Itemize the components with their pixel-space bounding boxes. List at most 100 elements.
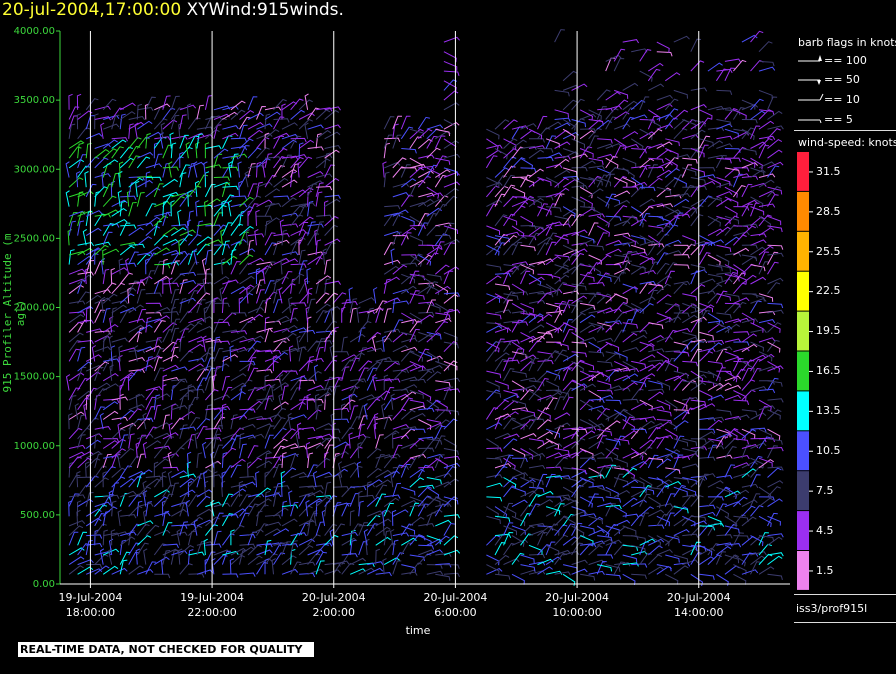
wind-barb xyxy=(162,249,180,256)
wind-barb xyxy=(597,153,614,159)
wind-barb xyxy=(85,98,99,111)
wind-barb xyxy=(434,264,450,275)
wind-barb xyxy=(656,233,670,246)
wind-barb xyxy=(153,461,159,478)
wind-barb xyxy=(622,332,638,343)
wind-barb xyxy=(264,492,282,498)
wind-barb xyxy=(733,535,750,540)
wind-barb xyxy=(681,340,696,353)
wind-barb xyxy=(724,224,739,236)
wind-barb xyxy=(111,299,129,305)
wind-barb xyxy=(77,457,92,469)
wind-barb xyxy=(520,384,537,391)
wind-barb xyxy=(162,466,179,472)
wind-barb xyxy=(324,131,341,140)
wind-barb xyxy=(554,215,570,224)
wind-barb xyxy=(665,468,681,478)
wind-barb xyxy=(418,170,434,178)
wind-barb xyxy=(239,320,253,333)
wind-barb xyxy=(741,389,756,401)
wind-barb xyxy=(264,378,282,384)
wind-barb xyxy=(100,122,105,139)
wind-barb xyxy=(392,393,409,401)
wind-barb xyxy=(494,309,512,314)
wind-barb xyxy=(307,370,322,382)
wind-barb xyxy=(520,167,537,173)
wind-barb xyxy=(597,394,614,401)
wind-barb xyxy=(392,388,409,394)
wind-barb xyxy=(111,337,128,343)
wind-barb xyxy=(631,535,647,543)
wind-barb xyxy=(648,509,665,517)
wind-barb xyxy=(170,549,179,565)
wind-barb xyxy=(673,109,689,120)
wind-barb xyxy=(145,561,157,575)
wind-barb xyxy=(230,109,246,120)
wind-barb xyxy=(605,215,622,221)
wind-barb xyxy=(613,190,631,198)
wind-barb xyxy=(647,68,661,82)
wind-barb xyxy=(168,277,173,294)
wind-barb xyxy=(94,477,109,488)
wind-barb xyxy=(333,486,350,491)
wind-barb xyxy=(418,407,435,413)
wind-barb xyxy=(125,258,130,275)
wind-barb xyxy=(188,343,204,353)
wind-barb xyxy=(443,36,460,43)
wind-barb xyxy=(562,70,578,82)
wind-barb xyxy=(230,391,246,401)
wind-barb xyxy=(247,203,259,217)
barb-key-flag xyxy=(818,55,822,61)
wind-barb xyxy=(443,388,461,393)
wind-barb xyxy=(120,262,137,268)
wind-barb xyxy=(213,318,224,333)
wind-barb xyxy=(605,193,617,207)
wind-barb xyxy=(716,454,733,459)
wind-barb xyxy=(443,438,457,450)
wind-barb xyxy=(733,231,750,237)
wind-barb xyxy=(162,414,170,430)
wind-barb xyxy=(486,474,503,479)
wind-barb xyxy=(511,235,527,246)
wind-barb xyxy=(264,153,273,169)
wind-barb xyxy=(733,489,750,498)
wind-barb xyxy=(528,149,544,159)
wind-barb xyxy=(281,428,296,440)
wind-barb xyxy=(247,96,258,110)
wind-barb xyxy=(213,297,218,314)
wind-barb xyxy=(511,472,529,478)
wind-barb xyxy=(673,89,688,99)
wind-barb xyxy=(349,510,355,526)
wind-barb xyxy=(299,561,316,566)
wind-barb xyxy=(767,125,784,130)
wind-barb xyxy=(316,387,333,393)
wind-barb xyxy=(94,289,111,295)
wind-barb xyxy=(767,252,784,258)
barb-key-glyphs xyxy=(798,55,824,124)
wind-barb xyxy=(562,328,574,343)
wind-barb xyxy=(239,572,256,577)
wind-barb xyxy=(221,375,230,391)
wind-barb xyxy=(767,96,778,111)
wind-barb xyxy=(545,556,562,566)
wind-barb xyxy=(221,240,230,256)
wind-barb xyxy=(630,402,647,411)
wind-barb xyxy=(554,122,571,130)
wind-barb xyxy=(673,177,687,188)
wind-barb xyxy=(409,399,425,407)
wind-barb xyxy=(562,178,579,188)
wind-barb xyxy=(681,495,695,507)
wind-barb xyxy=(656,380,671,391)
wind-barb xyxy=(605,248,622,256)
wind-barb xyxy=(247,307,265,314)
wind-barb xyxy=(101,171,106,188)
wind-barb xyxy=(486,496,503,502)
wind-barb xyxy=(341,553,358,558)
wind-barb xyxy=(280,471,286,488)
wind-barb xyxy=(528,544,543,555)
wind-barb xyxy=(545,443,563,449)
wind-barb xyxy=(204,142,210,159)
wind-barb xyxy=(750,239,767,246)
wind-barb xyxy=(281,317,299,324)
wind-barb xyxy=(579,314,596,324)
